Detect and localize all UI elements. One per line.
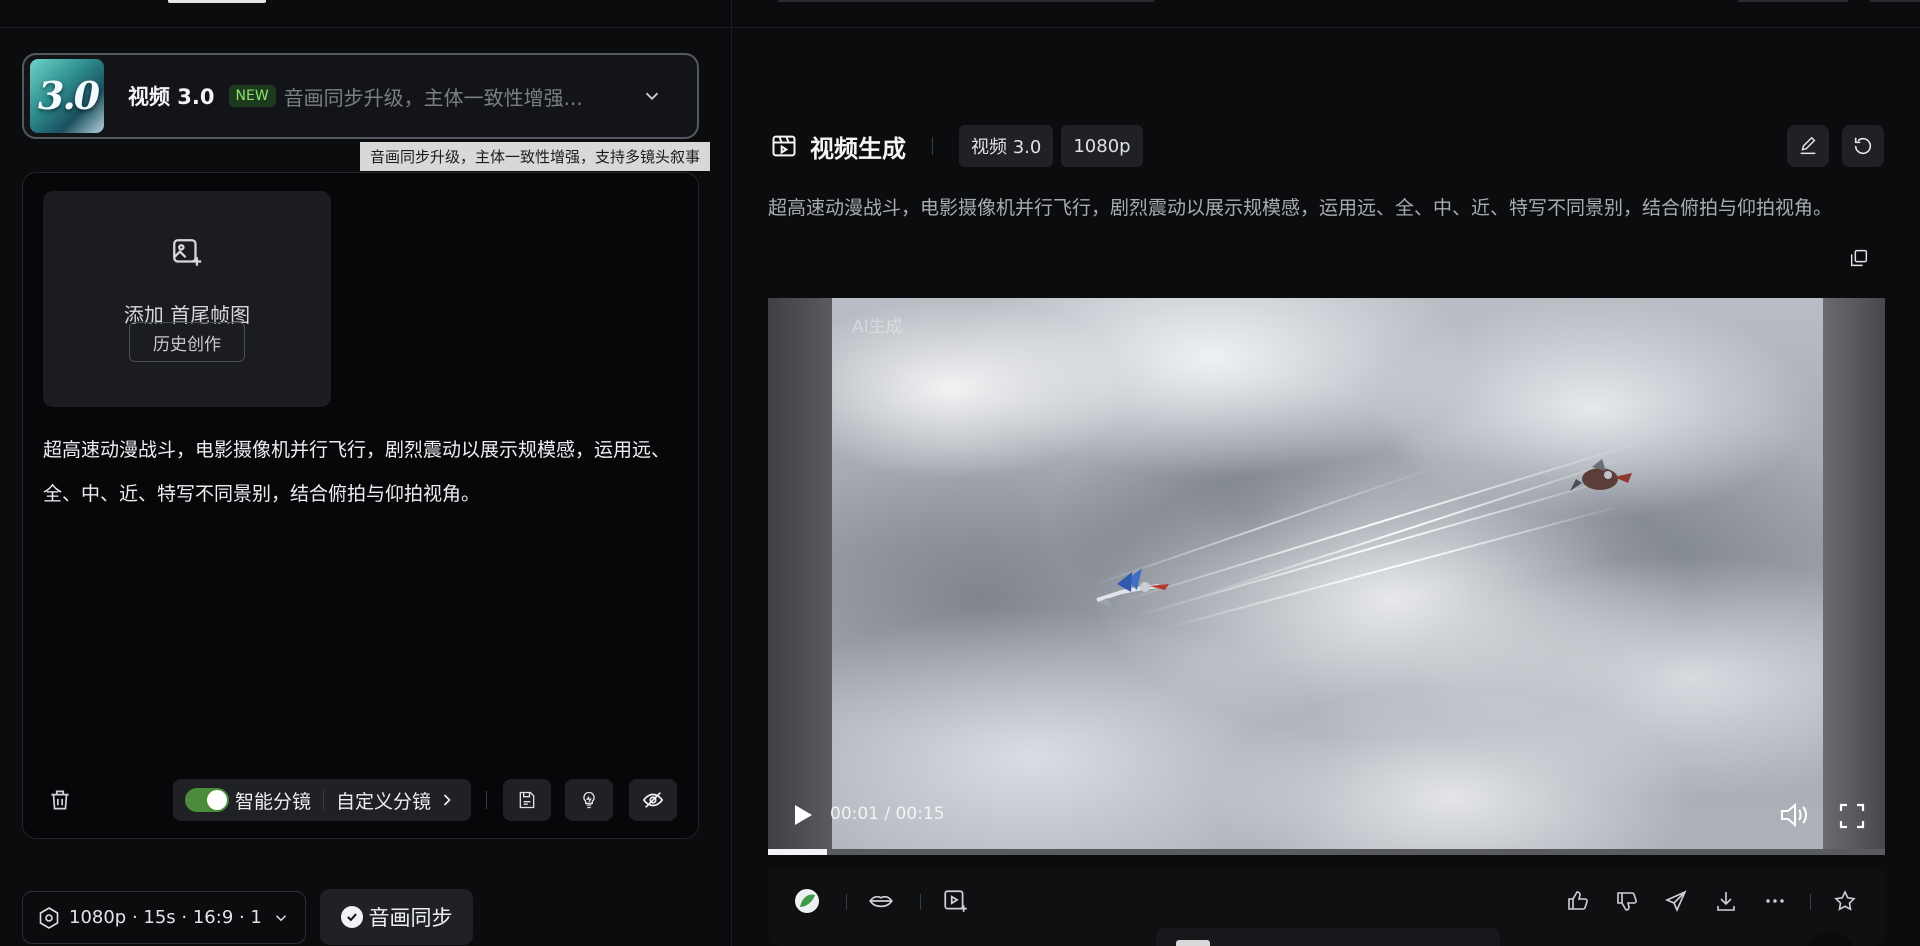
app-root: 3.0 视频 3.0 NEW 音画同步升级，主体一致性增强... 音画同步升级，… xyxy=(0,0,1920,946)
video-progress-fill xyxy=(768,849,828,855)
send-icon xyxy=(1665,890,1687,912)
result-header: 视频生成 视频 3.0 1080p xyxy=(770,124,1143,168)
lips-icon xyxy=(869,895,893,908)
add-frames-tile[interactable]: 添加 首尾帧图 历史创作 xyxy=(43,191,331,407)
current-time: 00:01 xyxy=(830,804,879,824)
settings-summary: 1080p · 15s · 16:9 · 1 xyxy=(69,907,262,928)
copy-button[interactable] xyxy=(1844,243,1874,273)
share-button[interactable] xyxy=(1661,886,1691,916)
ai-watermark: AI生成 xyxy=(852,317,903,337)
inspire-button[interactable] xyxy=(565,779,613,821)
download-icon xyxy=(1717,892,1735,911)
dislike-button[interactable] xyxy=(1612,886,1642,916)
active-tab-indicator xyxy=(168,0,266,3)
check-circle-icon xyxy=(340,906,363,928)
new-badge: NEW xyxy=(228,85,276,107)
download-button[interactable] xyxy=(1711,886,1741,916)
generation-settings[interactable]: 1080p · 15s · 16:9 · 1 xyxy=(22,891,306,944)
extend-video-button[interactable] xyxy=(940,886,970,916)
prompt-input[interactable]: 超高速动漫战斗，电影摄像机并行飞行，剧烈震动以展示规模感，运用远、全、中、近、特… xyxy=(43,428,683,516)
top-bar xyxy=(0,0,1920,28)
top-bar-segment xyxy=(1870,0,1920,2)
lightbulb-icon xyxy=(583,791,595,809)
audio-sync-button[interactable]: 音画同步 xyxy=(320,889,473,945)
more-icon xyxy=(1766,899,1784,903)
history-button[interactable]: 历史创作 xyxy=(129,322,245,362)
mecha-red xyxy=(1570,459,1632,491)
video-letterbox-left xyxy=(768,298,832,853)
model-description: 音画同步升级，主体一致性增强... xyxy=(283,85,583,110)
video-letterbox-right xyxy=(1823,298,1885,853)
volume-icon[interactable] xyxy=(1778,800,1810,830)
lip-sync-button[interactable] xyxy=(866,886,896,916)
toolbar-divider xyxy=(920,894,921,910)
model-avatar-icon xyxy=(795,889,819,913)
video-player[interactable]: AI生成 00:01 / 00:15 xyxy=(768,298,1885,853)
favorite-button[interactable] xyxy=(1830,886,1860,916)
result-prompt: 超高速动漫战斗，电影摄像机并行飞行，剧烈震动以展示规模感，运用远、全、中、近、特… xyxy=(768,197,1833,219)
top-bar-segment xyxy=(1738,0,1848,2)
custom-storyboard-button[interactable]: 自定义分镜 xyxy=(336,787,431,814)
model-logo: 3.0 xyxy=(30,59,104,133)
thumbs-up-icon xyxy=(1568,891,1588,910)
copy-icon xyxy=(1850,249,1868,267)
mecha-blue xyxy=(1096,568,1169,608)
next-card-thumb xyxy=(1176,940,1210,946)
thumbs-down-icon xyxy=(1617,892,1637,911)
time-separator: / xyxy=(884,804,891,824)
toolbar-divider xyxy=(1810,894,1811,910)
resolution-tag: 1080p xyxy=(1061,125,1143,167)
smart-storyboard-toggle[interactable] xyxy=(185,788,229,812)
clapperboard-icon xyxy=(772,135,796,157)
video-frame xyxy=(832,298,1823,853)
pill-divider xyxy=(323,789,325,811)
chevron-down-icon xyxy=(275,914,286,921)
result-title: 视频生成 xyxy=(810,134,906,163)
video-extend-icon xyxy=(944,890,967,912)
toolbar-divider xyxy=(486,791,487,809)
chevron-down-icon[interactable] xyxy=(641,85,663,107)
more-button[interactable] xyxy=(1760,886,1790,916)
toolbar-divider xyxy=(846,894,847,910)
fullscreen-icon[interactable] xyxy=(1838,802,1866,830)
model-tooltip: 音画同步升级，主体一致性增强，支持多镜头叙事 xyxy=(360,142,711,171)
trash-icon[interactable] xyxy=(47,787,73,813)
audio-sync-label: 音画同步 xyxy=(368,906,453,930)
eye-off-icon xyxy=(642,792,664,808)
save-icon xyxy=(519,791,535,809)
pencil-icon xyxy=(1800,136,1816,155)
star-icon xyxy=(1834,890,1856,911)
header-divider xyxy=(932,137,933,155)
model-logo-text: 3.0 xyxy=(38,73,100,118)
save-button[interactable] xyxy=(503,779,551,821)
prompt-card: 添加 首尾帧图 历史创作 超高速动漫战斗，电影摄像机并行飞行，剧烈震动以展示规模… xyxy=(22,172,699,839)
regenerate-button[interactable] xyxy=(1842,125,1884,167)
image-plus-icon xyxy=(173,239,202,266)
video-time: 00:01 / 00:15 xyxy=(830,804,945,824)
no-watermark-button[interactable] xyxy=(629,779,677,821)
edit-button[interactable] xyxy=(1787,125,1829,167)
smart-storyboard-label: 智能分镜 xyxy=(235,790,312,813)
model-selector[interactable]: 3.0 视频 3.0 NEW 音画同步升级，主体一致性增强... xyxy=(22,53,699,139)
model-name: 视频 3.0 xyxy=(128,85,215,109)
duration: 00:15 xyxy=(895,804,945,824)
panel-divider xyxy=(731,0,732,946)
model-tag: 视频 3.0 xyxy=(959,125,1054,167)
chevron-right-icon[interactable] xyxy=(437,790,457,810)
prompt-toolbar: 智能分镜 自定义分镜 xyxy=(23,779,698,823)
storyboard-pill: 智能分镜 自定义分镜 xyxy=(173,779,471,821)
video-progress-bar[interactable] xyxy=(768,849,1885,855)
refresh-icon xyxy=(1854,137,1872,155)
hexagon-settings-icon xyxy=(39,906,59,929)
model-avatar[interactable] xyxy=(792,886,822,916)
like-button[interactable] xyxy=(1563,886,1593,916)
top-bar-segment xyxy=(778,0,1154,2)
play-icon[interactable] xyxy=(792,803,814,827)
